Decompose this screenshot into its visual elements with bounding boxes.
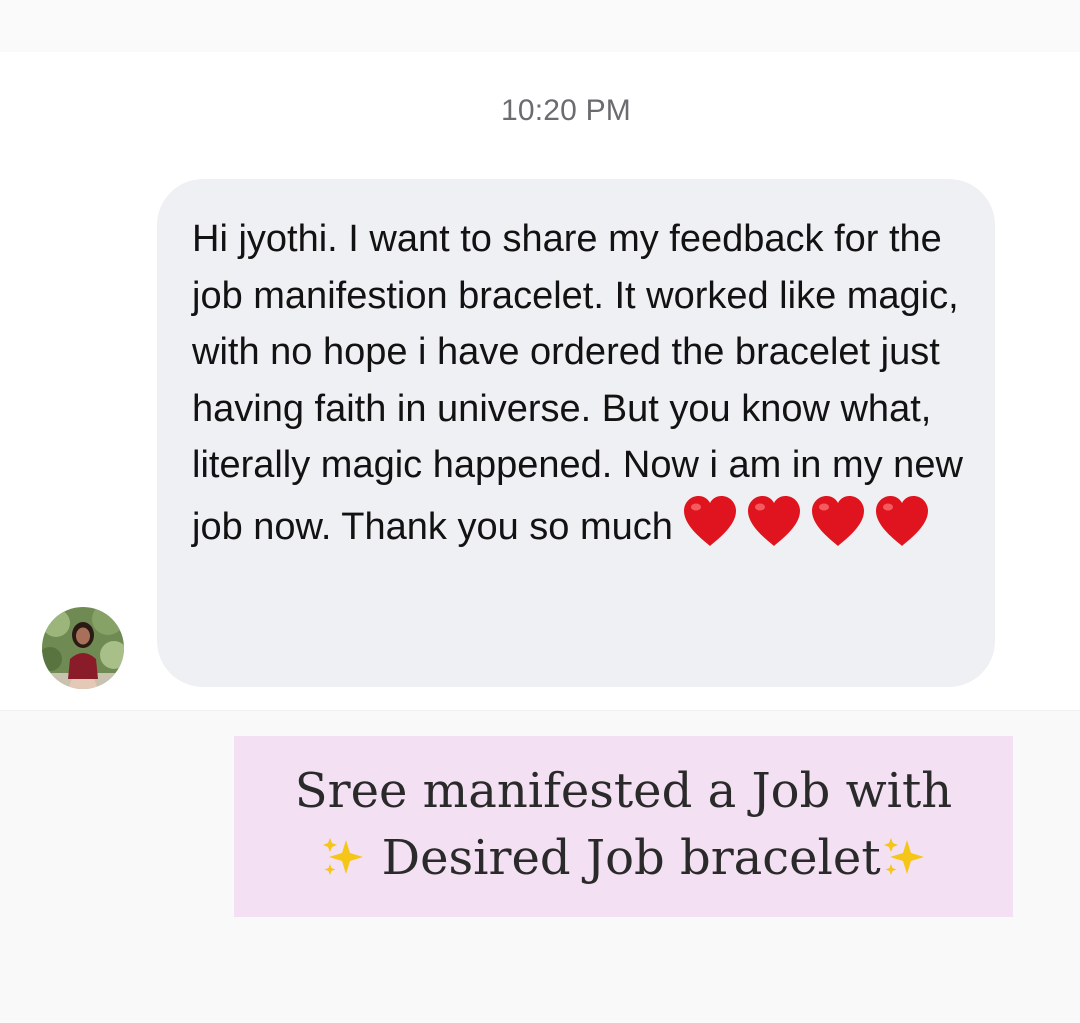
caption-line-2-text: Desired Job bracelet — [381, 830, 881, 886]
red-heart-icon — [683, 495, 736, 546]
message-bubble[interactable]: Hi jyothi. I want to share my feedback f… — [157, 179, 995, 687]
sparkles-icon — [323, 838, 364, 875]
message-timestamp: 10:20 PM — [500, 94, 631, 127]
caption-line-2: Desired Job bracelet — [234, 825, 1013, 892]
red-heart-icon — [811, 495, 864, 546]
red-heart-icon — [747, 495, 800, 546]
red-heart-icon — [875, 495, 928, 546]
message-text: Hi jyothi. I want to share my feedback f… — [192, 211, 965, 564]
heart-emoji-group — [681, 494, 937, 565]
top-strip — [0, 0, 1080, 52]
sender-avatar[interactable] — [42, 607, 124, 689]
caption-banner: Sree manifested a Job with Desired Job b… — [234, 736, 1013, 917]
caption-line-1: Sree manifested a Job with — [294, 763, 953, 819]
sparkles-icon — [883, 838, 924, 875]
